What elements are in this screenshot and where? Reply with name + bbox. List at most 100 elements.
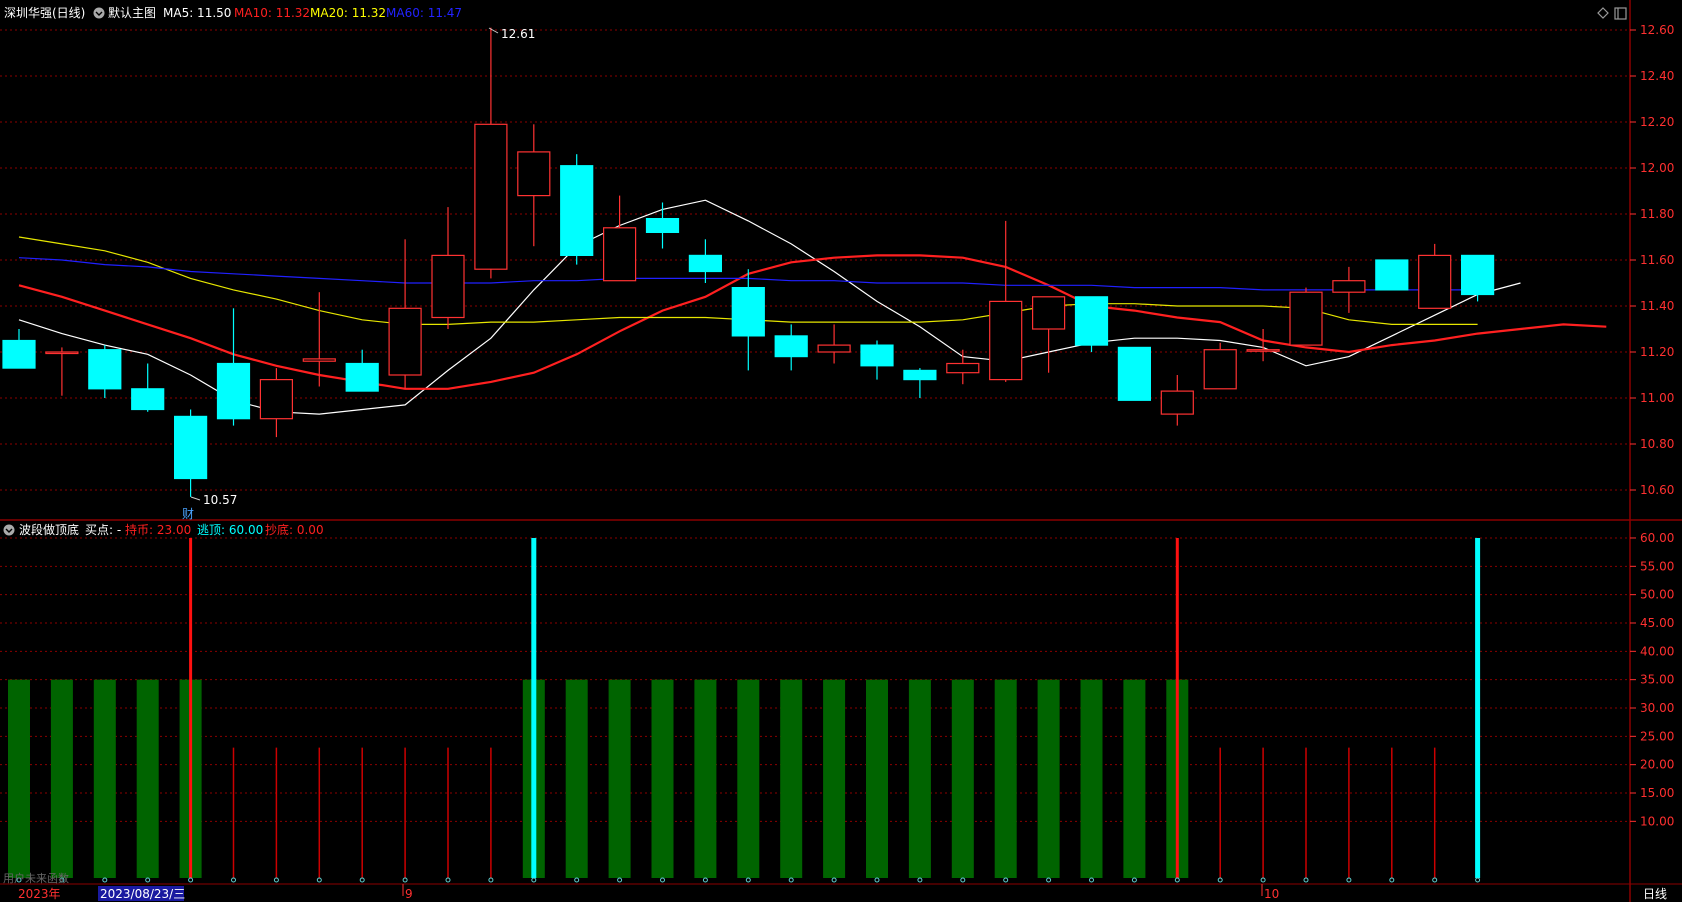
candlestick[interactable] [474,27,508,279]
signal-dot [1131,877,1137,883]
price-tick-label: 11.00 [1640,391,1674,405]
candle-body [774,335,808,358]
candlestick[interactable] [1375,259,1409,291]
hold-bar [737,679,760,878]
hold-bar [694,679,717,878]
candle-body [560,165,594,256]
candlestick[interactable] [731,269,765,371]
indicator-bars[interactable] [8,537,1481,883]
collapse-icon[interactable] [93,7,105,19]
candlestick[interactable] [688,239,723,283]
buy-point-label: 买点: - [85,523,121,537]
indicator-tick-label: 55.00 [1640,559,1674,573]
candlestick[interactable] [2,329,36,369]
period-button-label[interactable]: 日线 [1643,887,1667,901]
candlestick[interactable] [88,345,122,398]
signal-dot [316,877,322,883]
hold-bar [823,679,846,878]
hold-bar [93,679,116,878]
candlestick[interactable] [174,409,208,497]
panel-toggle-icon[interactable] [1614,7,1627,20]
signal-dot [273,877,279,883]
candlestick[interactable] [774,324,808,371]
price-tick-label: 12.60 [1640,23,1674,37]
candlestick[interactable] [946,349,980,385]
event-marker[interactable]: 财 [182,507,194,521]
month-label-9: 9 [405,887,413,901]
candle-body [1460,254,1495,296]
hold-bar [651,679,674,878]
indicator-title[interactable]: 波段做顶底 [19,522,79,537]
signal-dot [1174,877,1180,883]
candlestick[interactable] [903,368,937,398]
hold-bar [136,679,159,878]
ma5-legend: MA5: 11.50 [163,6,231,20]
ma20-legend: MA20: 11.32 [310,6,386,20]
candlestick[interactable] [388,239,422,389]
candlestick[interactable] [602,195,637,282]
high-label: 12.61 [501,27,535,41]
signal-dot [102,877,108,883]
period-button[interactable]: 日线 [1632,886,1680,901]
candle-body [688,254,723,273]
candlestick[interactable] [989,220,1023,382]
diamond-icon[interactable] [1597,7,1609,19]
indicator-header: 波段做顶底 买点: - 持币: 23.00 逃顶: 60.00 抄底: 0.00 [3,522,324,537]
candlestick[interactable] [1117,346,1152,401]
indicator-grid [0,537,1630,822]
candlestick[interactable] [1160,375,1194,426]
candlestick[interactable] [860,340,894,380]
signal-dot [1389,877,1395,883]
indicator-tick-label: 15.00 [1640,786,1674,800]
signal-dot [1303,877,1309,883]
collapse-icon[interactable] [3,524,15,536]
signal-dot [1089,877,1094,883]
candle-body [1332,280,1366,293]
main-header: 深圳华强(日线) 默认主图 MA5: 11.50 MA10: 11.32 MA2… [4,5,462,20]
candle-body [174,415,208,480]
stock-title[interactable]: 深圳华强(日线) [4,6,85,20]
moving-average-lines [18,199,1607,415]
signal-dot [1003,877,1009,883]
signal-dot [917,877,923,883]
price-tick-label: 11.80 [1640,207,1674,221]
candlestick[interactable] [560,154,594,265]
candlestick[interactable] [131,363,165,412]
candlestick[interactable] [259,368,293,438]
candle-body [259,379,293,420]
candlestick[interactable] [1418,243,1452,309]
candlestick[interactable] [1031,296,1066,373]
candlestick[interactable] [1289,287,1323,346]
indicator-tick-label: 40.00 [1640,644,1674,658]
candle-body [1289,291,1323,346]
candlestick[interactable] [345,349,379,392]
hold-bar [994,679,1017,878]
signal-dot [617,877,623,883]
candlestick[interactable] [1460,254,1495,302]
bottom-fishing-legend: 抄底: 0.00 [265,522,324,537]
candlestick[interactable] [645,202,680,249]
candle-body [903,369,937,381]
ma10-legend: MA10: 11.32 [234,6,310,20]
candlestick[interactable] [1203,342,1237,390]
candlestick[interactable] [517,124,551,247]
signal-dot [231,877,236,883]
signal-dot [1046,877,1052,883]
candlestick[interactable] [431,207,465,329]
hold-bar [1037,679,1060,878]
indicator-tick-label: 50.00 [1640,588,1674,602]
stock-chart[interactable]: 12.60 12.40 12.20 12.00 11.80 11.60 11.40 11.20… [0,0,1682,902]
candle-body [517,151,551,197]
signal-dot [1346,877,1352,883]
template-label[interactable]: 默认主图 [108,5,156,20]
candlestick[interactable] [45,347,79,396]
candle-body [131,388,165,411]
candlesticks[interactable] [2,27,1495,497]
candle-body [431,254,465,319]
candlestick[interactable] [817,324,851,364]
candlestick[interactable] [1074,296,1109,352]
signal-dot [145,877,151,883]
candlestick[interactable] [216,308,251,426]
candle-body [302,358,336,362]
low-label: 10.57 [203,493,237,507]
